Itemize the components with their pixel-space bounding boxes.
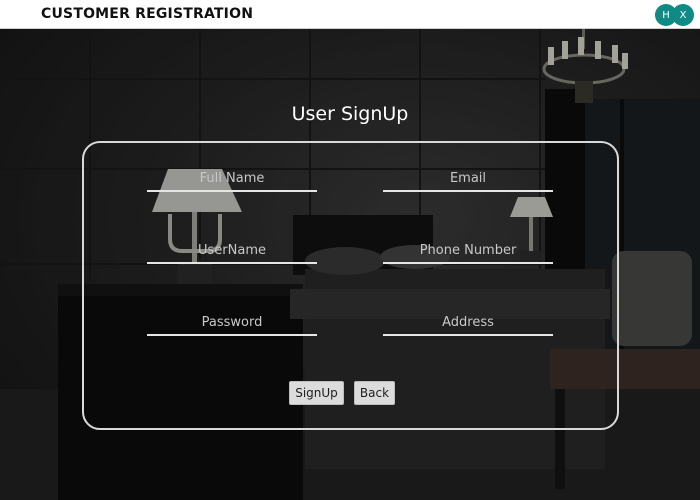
password-field[interactable]	[147, 310, 317, 336]
address-field[interactable]	[383, 310, 553, 336]
form-heading: User SignUp	[291, 103, 409, 125]
email-input[interactable]	[383, 166, 553, 190]
close-button-label: X	[679, 9, 687, 21]
hide-button-label: H	[662, 9, 670, 21]
full-name-input[interactable]	[147, 166, 317, 190]
title-bar: CUSTOMER REGISTRATION H X	[0, 0, 700, 29]
close-button[interactable]: X	[672, 4, 694, 26]
username-field[interactable]	[147, 238, 317, 264]
back-button-label: Back	[359, 386, 390, 400]
back-button[interactable]: Back	[354, 381, 395, 405]
phone-number-field[interactable]	[383, 238, 553, 264]
username-input[interactable]	[147, 238, 317, 262]
full-name-field[interactable]	[147, 166, 317, 192]
window-title: CUSTOMER REGISTRATION	[41, 6, 254, 22]
background-scene: User SignUp SignUp Back	[0, 29, 700, 500]
email-field[interactable]	[383, 166, 553, 192]
signup-button-label: SignUp	[295, 386, 338, 400]
address-input[interactable]	[383, 310, 553, 334]
phone-number-input[interactable]	[383, 238, 553, 262]
signup-button[interactable]: SignUp	[289, 381, 344, 405]
password-input[interactable]	[147, 310, 317, 334]
